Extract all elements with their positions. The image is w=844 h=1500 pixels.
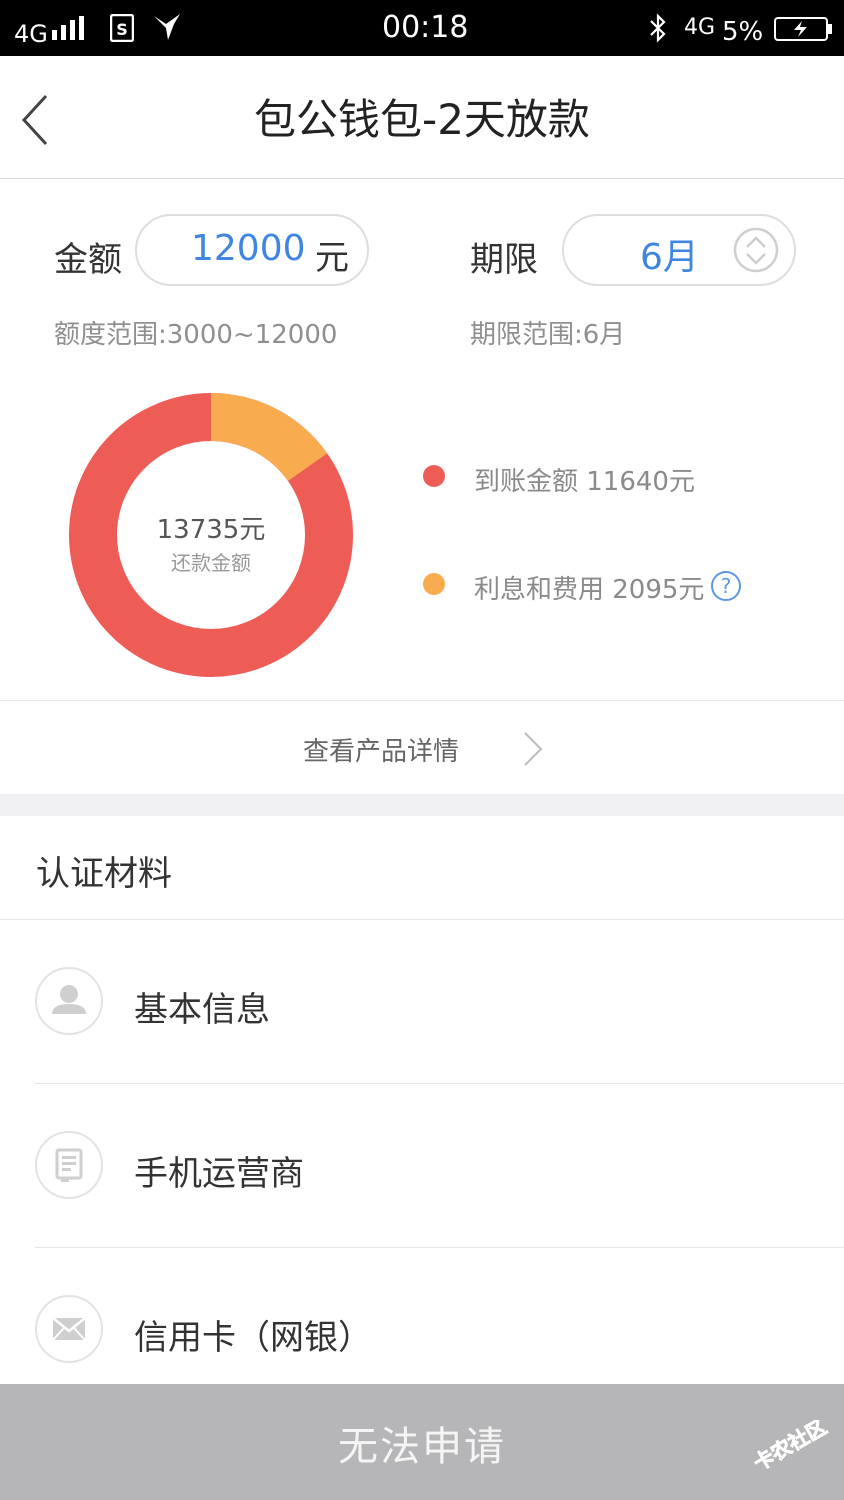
auth-section-title: 认证材料 — [36, 854, 172, 894]
total-repayment-value: 13735元 — [157, 515, 266, 545]
product-details-label: 查看产品详情 — [303, 737, 460, 767]
term-label: 期限 — [470, 240, 538, 280]
repayment-donut-chart: 13735元 还款金额 — [69, 393, 353, 677]
bird-icon — [154, 14, 180, 40]
term-selector[interactable]: 6月 — [562, 214, 796, 286]
apply-button[interactable]: 无法申请 — [0, 1384, 844, 1500]
received-legend: 到账金额 11640元 — [474, 467, 695, 497]
person-icon — [35, 967, 103, 1035]
battery-percent: 5% — [722, 17, 764, 47]
fee-legend: 利息和费用 2095元 — [474, 575, 705, 605]
term-value: 6月 — [640, 237, 699, 278]
auth-item-credit-card[interactable]: 信用卡（网银） — [0, 1248, 844, 1384]
auth-item-carrier[interactable]: 手机运营商 — [0, 1084, 844, 1247]
svg-text:?: ? — [721, 574, 732, 598]
auth-item-label: 手机运营商 — [134, 1154, 304, 1194]
page-title: 包公钱包-2天放款 — [254, 95, 590, 144]
bluetooth-icon — [650, 13, 666, 43]
watermark-logo: 卡农社区 — [749, 1420, 831, 1470]
amount-range-hint: 额度范围:3000~12000 — [54, 320, 338, 350]
section-gap — [0, 794, 844, 816]
product-details-link[interactable]: 查看产品详情 — [0, 701, 844, 794]
amount-unit: 元 — [315, 238, 349, 278]
auth-item-label: 基本信息 — [134, 990, 270, 1030]
chevron-right-icon — [524, 732, 543, 766]
network-type: 4G — [14, 20, 48, 48]
apply-button-label: 无法申请 — [338, 1424, 506, 1470]
svg-text:S: S — [116, 20, 128, 39]
svg-text:卡农社区: 卡农社区 — [749, 1420, 830, 1470]
sim-icon: S — [110, 14, 134, 42]
help-question-icon[interactable]: ? — [710, 570, 742, 602]
up-down-arrows-icon[interactable] — [732, 226, 780, 274]
amount-value: 12000 — [191, 228, 306, 269]
auth-item-basic-info[interactable]: 基本信息 — [0, 920, 844, 1083]
status-bar: 4G S 00:18 4G 5% — [0, 0, 844, 56]
phone-carrier-icon — [35, 1131, 103, 1199]
signal-icon — [52, 16, 84, 40]
total-repayment-label: 还款金额 — [171, 551, 251, 575]
nav-bar: 包公钱包-2天放款 — [0, 56, 844, 179]
envelope-icon — [35, 1295, 103, 1363]
amount-label: 金额 — [54, 240, 122, 280]
auth-item-label: 信用卡（网银） — [134, 1318, 372, 1358]
term-range-hint: 期限范围:6月 — [470, 320, 626, 350]
fee-segment — [210, 393, 328, 482]
amount-input[interactable]: 12000 元 — [135, 214, 369, 286]
clock: 00:18 — [382, 10, 469, 45]
network-type-right: 4G — [684, 15, 716, 40]
received-legend-dot — [423, 465, 445, 487]
battery-icon — [774, 17, 832, 41]
fee-legend-dot — [423, 573, 445, 595]
